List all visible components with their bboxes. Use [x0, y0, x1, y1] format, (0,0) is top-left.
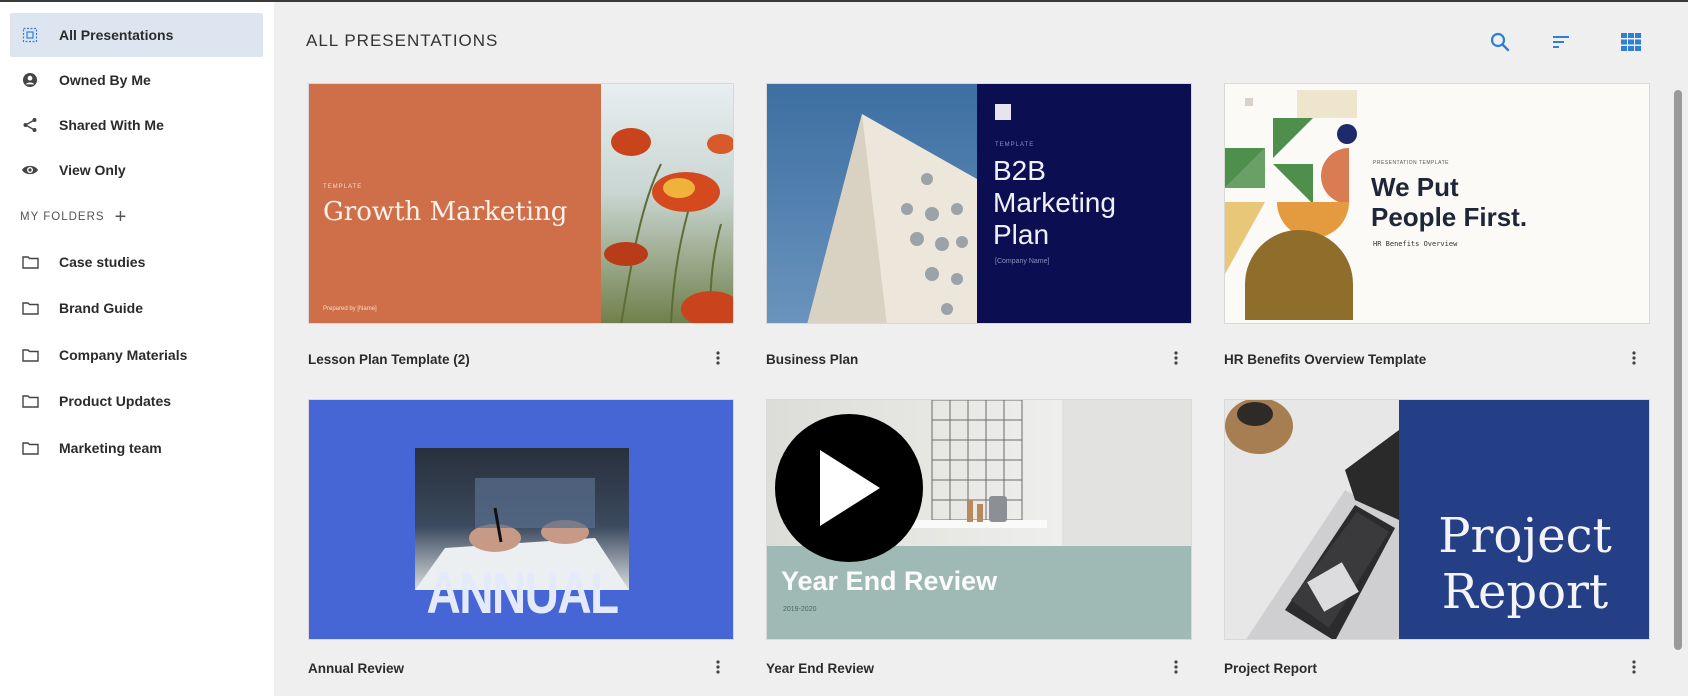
- eye-icon: [20, 160, 40, 180]
- folder-label: Brand Guide: [59, 300, 144, 316]
- thumbnail-footer: [Company Name]: [995, 258, 1050, 265]
- folder-item-company-materials[interactable]: Company Materials: [10, 333, 263, 377]
- thumbnail-headline: ANNUAL REVIEW: [426, 561, 620, 639]
- sidebar-item-label: View Only: [59, 162, 126, 178]
- play-video-button[interactable]: [775, 414, 923, 562]
- sort-icon[interactable]: [1547, 28, 1575, 56]
- folder-icon: [20, 298, 40, 318]
- thumbnail-footer: Prepared by [Name]: [323, 306, 377, 312]
- presentation-card: TEMPLATE B2B Marketing Plan [Company Nam…: [766, 83, 1192, 367]
- presentation-card: ANNUAL REVIEW Annual Review: [308, 399, 734, 676]
- folder-icon: [20, 345, 40, 365]
- presentation-title[interactable]: Annual Review: [308, 661, 404, 676]
- sidebar-item-owned-by-me[interactable]: Owned By Me: [10, 58, 263, 102]
- presentation-title[interactable]: Business Plan: [766, 352, 858, 367]
- building-photo: [767, 84, 977, 323]
- thumbnail-subtitle: 2019-2020: [783, 606, 817, 613]
- presentation-thumbnail[interactable]: TEMPLATE Growth Marketing Prepared by [N…: [308, 83, 734, 324]
- thumbnail-headline-line-2: Report: [1441, 564, 1609, 620]
- page-title: ALL PRESENTATIONS: [306, 31, 499, 50]
- folder-icon: [20, 438, 40, 458]
- more-options-icon[interactable]: [710, 657, 726, 677]
- thumbnail-subtitle: HR Benefits Overview: [1373, 240, 1458, 248]
- folder-item-product-updates[interactable]: Product Updates: [10, 379, 263, 423]
- geometric-shapes-art: [1225, 84, 1365, 323]
- folder-item-brand-guide[interactable]: Brand Guide: [10, 286, 263, 330]
- thumbnail-headline: Year End Review: [781, 566, 998, 596]
- sidebar-item-view-only[interactable]: View Only: [10, 148, 263, 192]
- user-circle-icon: [20, 70, 40, 90]
- thumbnail-headline-line-1: Project: [1438, 508, 1612, 564]
- more-options-icon[interactable]: [1168, 348, 1184, 368]
- more-options-icon[interactable]: [1168, 657, 1184, 677]
- more-options-icon[interactable]: [1626, 657, 1642, 677]
- folder-item-case-studies[interactable]: Case studies: [10, 240, 263, 284]
- thumbnail-headline-line-2: Marketing: [993, 187, 1116, 218]
- more-options-icon[interactable]: [1626, 348, 1642, 368]
- sidebar-item-all-presentations[interactable]: All Presentations: [10, 13, 263, 57]
- folder-label: Marketing team: [59, 440, 162, 456]
- main-content: ALL PRESENTATIONS TEMPLATE Growth Market…: [274, 2, 1688, 696]
- presentation-title[interactable]: Lesson Plan Template (2): [308, 352, 470, 367]
- folder-label: Product Updates: [59, 393, 172, 409]
- thumbnail-kicker: PRESENTATION TEMPLATE: [1373, 160, 1449, 166]
- laptop-photo: [1225, 400, 1399, 639]
- thumbnail-kicker: TEMPLATE: [323, 184, 363, 190]
- scrollbar[interactable]: [1674, 90, 1682, 650]
- folder-label: Case studies: [59, 254, 146, 270]
- folder-icon: [20, 391, 40, 411]
- presentation-card: PRESENTATION TEMPLATE We Put People Firs…: [1224, 83, 1650, 367]
- thumbnail-headline-line-2: People First.: [1371, 202, 1528, 232]
- presentation-thumbnail[interactable]: PRESENTATION TEMPLATE We Put People Firs…: [1224, 83, 1650, 324]
- thumbnail-headline: Growth Marketing: [323, 197, 568, 227]
- flower-photo: [601, 84, 733, 323]
- all-presentations-icon: [20, 25, 40, 45]
- more-options-icon[interactable]: [710, 348, 726, 368]
- play-icon: [820, 450, 880, 526]
- presentation-thumbnail[interactable]: TEMPLATE B2B Marketing Plan [Company Nam…: [766, 83, 1192, 324]
- thumbnail-headline-line-3: Plan: [993, 219, 1050, 250]
- presentation-card: TEMPLATE Growth Marketing Prepared by [N…: [308, 83, 734, 367]
- presentation-title[interactable]: Year End Review: [766, 661, 874, 676]
- my-folders-heading: MY FOLDERS +: [20, 207, 127, 227]
- presentation-title[interactable]: Project Report: [1224, 661, 1317, 676]
- thumbnail-headline-line-1: B2B: [993, 155, 1046, 186]
- sidebar: All Presentations Owned By Me Shared Wit…: [0, 2, 274, 696]
- presentation-thumbnail[interactable]: Year End Review 2019-2020: [766, 399, 1192, 640]
- sidebar-item-shared-with-me[interactable]: Shared With Me: [10, 103, 263, 147]
- folder-icon: [20, 252, 40, 272]
- presentation-card: Project Report Project Report: [1224, 399, 1650, 676]
- sidebar-item-label: Shared With Me: [59, 117, 164, 133]
- grid-view-icon[interactable]: [1617, 28, 1645, 56]
- sidebar-item-label: Owned By Me: [59, 72, 151, 88]
- add-folder-icon[interactable]: +: [115, 207, 127, 227]
- thumbnail-kicker: TEMPLATE: [995, 142, 1035, 148]
- presentation-title[interactable]: HR Benefits Overview Template: [1224, 352, 1426, 367]
- folder-item-marketing-team[interactable]: Marketing team: [10, 426, 263, 470]
- presentation-card: Year End Review 2019-2020 Year End Revie…: [766, 399, 1192, 676]
- search-icon[interactable]: [1486, 28, 1514, 56]
- share-icon: [20, 115, 40, 135]
- presentation-thumbnail[interactable]: Project Report: [1224, 399, 1650, 640]
- my-folders-label: MY FOLDERS: [20, 211, 105, 223]
- logo-square-icon: [995, 104, 1011, 120]
- sidebar-item-label: All Presentations: [59, 27, 174, 43]
- presentation-thumbnail[interactable]: ANNUAL REVIEW: [308, 399, 734, 640]
- thumbnail-headline-line-1: We Put: [1371, 172, 1459, 202]
- folder-label: Company Materials: [59, 347, 188, 363]
